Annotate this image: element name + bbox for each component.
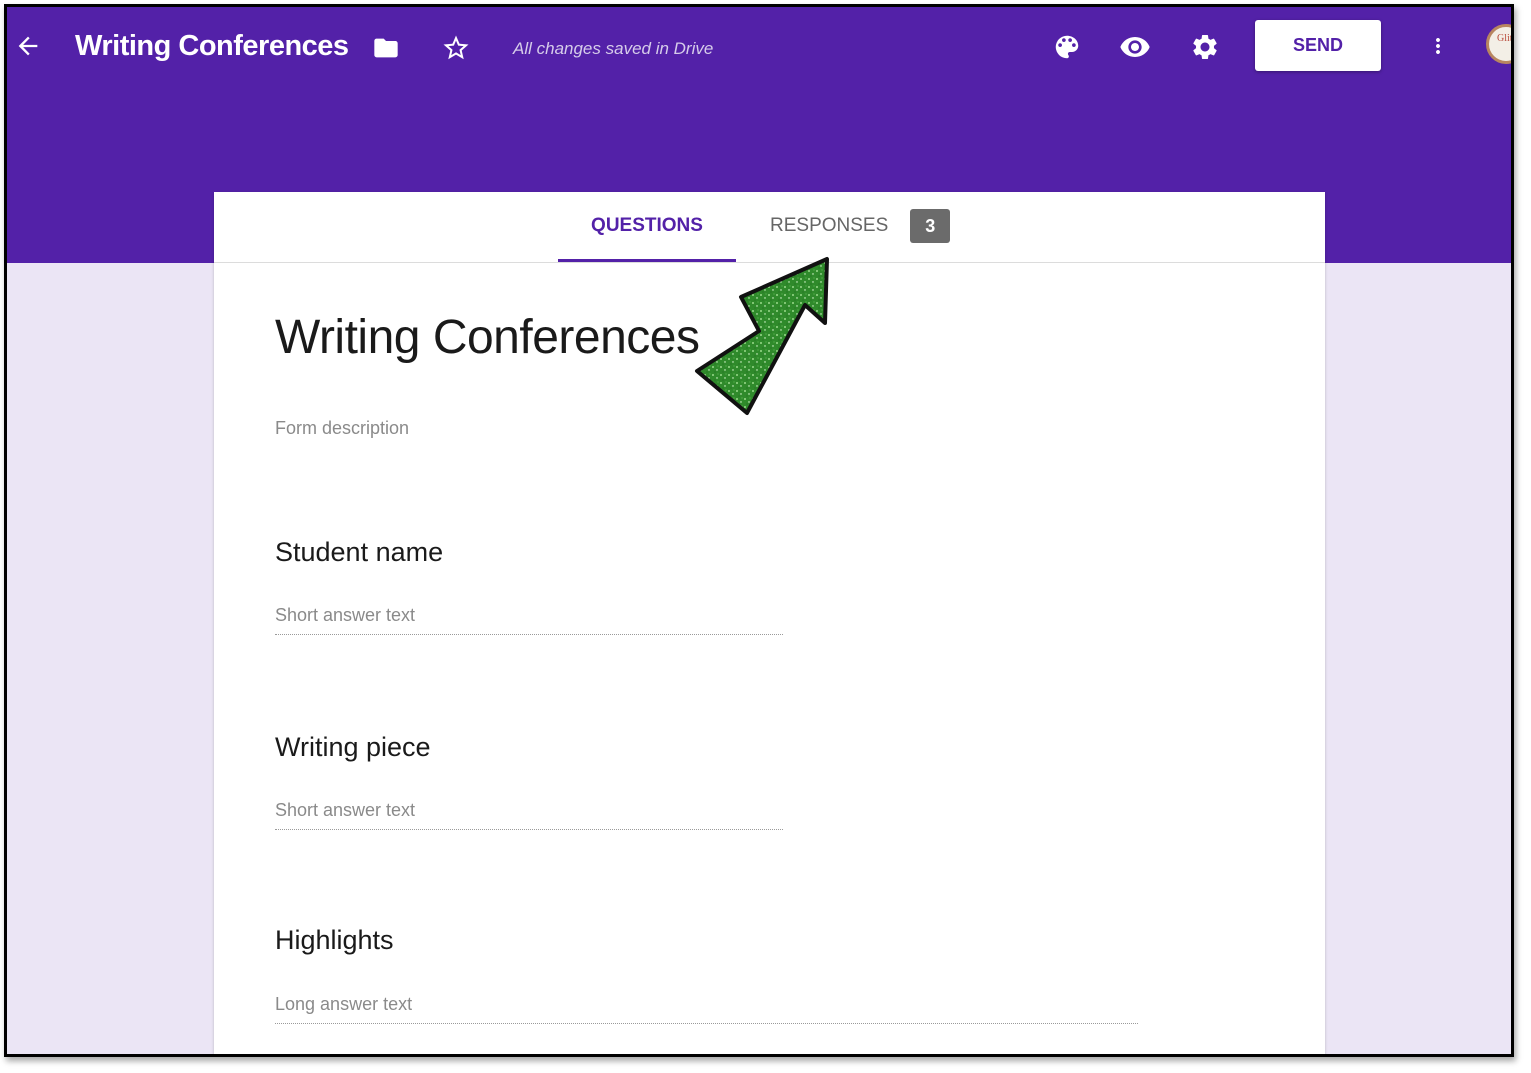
responses-count-badge: 3 [910,209,951,243]
gear-icon[interactable] [1187,29,1223,65]
avatar-text: Glit [1497,33,1513,44]
form-name-header[interactable]: Writing Conferences [75,30,349,63]
short-answer-placeholder: Short answer text [275,605,783,635]
app-window: Writing Conferences All changes saved in… [4,4,1514,1057]
tab-responses-label: RESPONSES [770,215,889,236]
tab-questions-label: QUESTIONS [591,214,703,236]
tab-responses[interactable]: RESPONSES 3 [762,192,970,260]
tab-questions[interactable]: QUESTIONS [558,192,736,262]
question-title[interactable]: Writing piece [275,732,431,763]
tab-bar: QUESTIONS RESPONSES 3 [214,192,1325,263]
folder-icon[interactable] [367,31,405,65]
short-answer-placeholder: Short answer text [275,800,783,830]
top-app-bar: Writing Conferences All changes saved in… [7,7,1511,91]
form-title[interactable]: Writing Conferences [275,310,700,365]
more-vert-icon[interactable] [1423,29,1453,63]
eye-icon[interactable] [1117,29,1153,65]
send-button[interactable]: SEND [1255,20,1381,71]
question-title[interactable]: Highlights [275,925,394,956]
back-arrow-icon[interactable] [11,29,45,63]
long-answer-placeholder: Long answer text [275,994,1138,1024]
question-title[interactable]: Student name [275,537,443,568]
form-card: QUESTIONS RESPONSES 3 Writing Conference… [214,192,1325,1054]
save-status: All changes saved in Drive [513,39,714,58]
form-description-field[interactable]: Form description [275,418,409,439]
star-icon[interactable] [437,29,475,67]
account-avatar[interactable]: Glit [1486,24,1513,64]
palette-icon[interactable] [1049,29,1085,65]
